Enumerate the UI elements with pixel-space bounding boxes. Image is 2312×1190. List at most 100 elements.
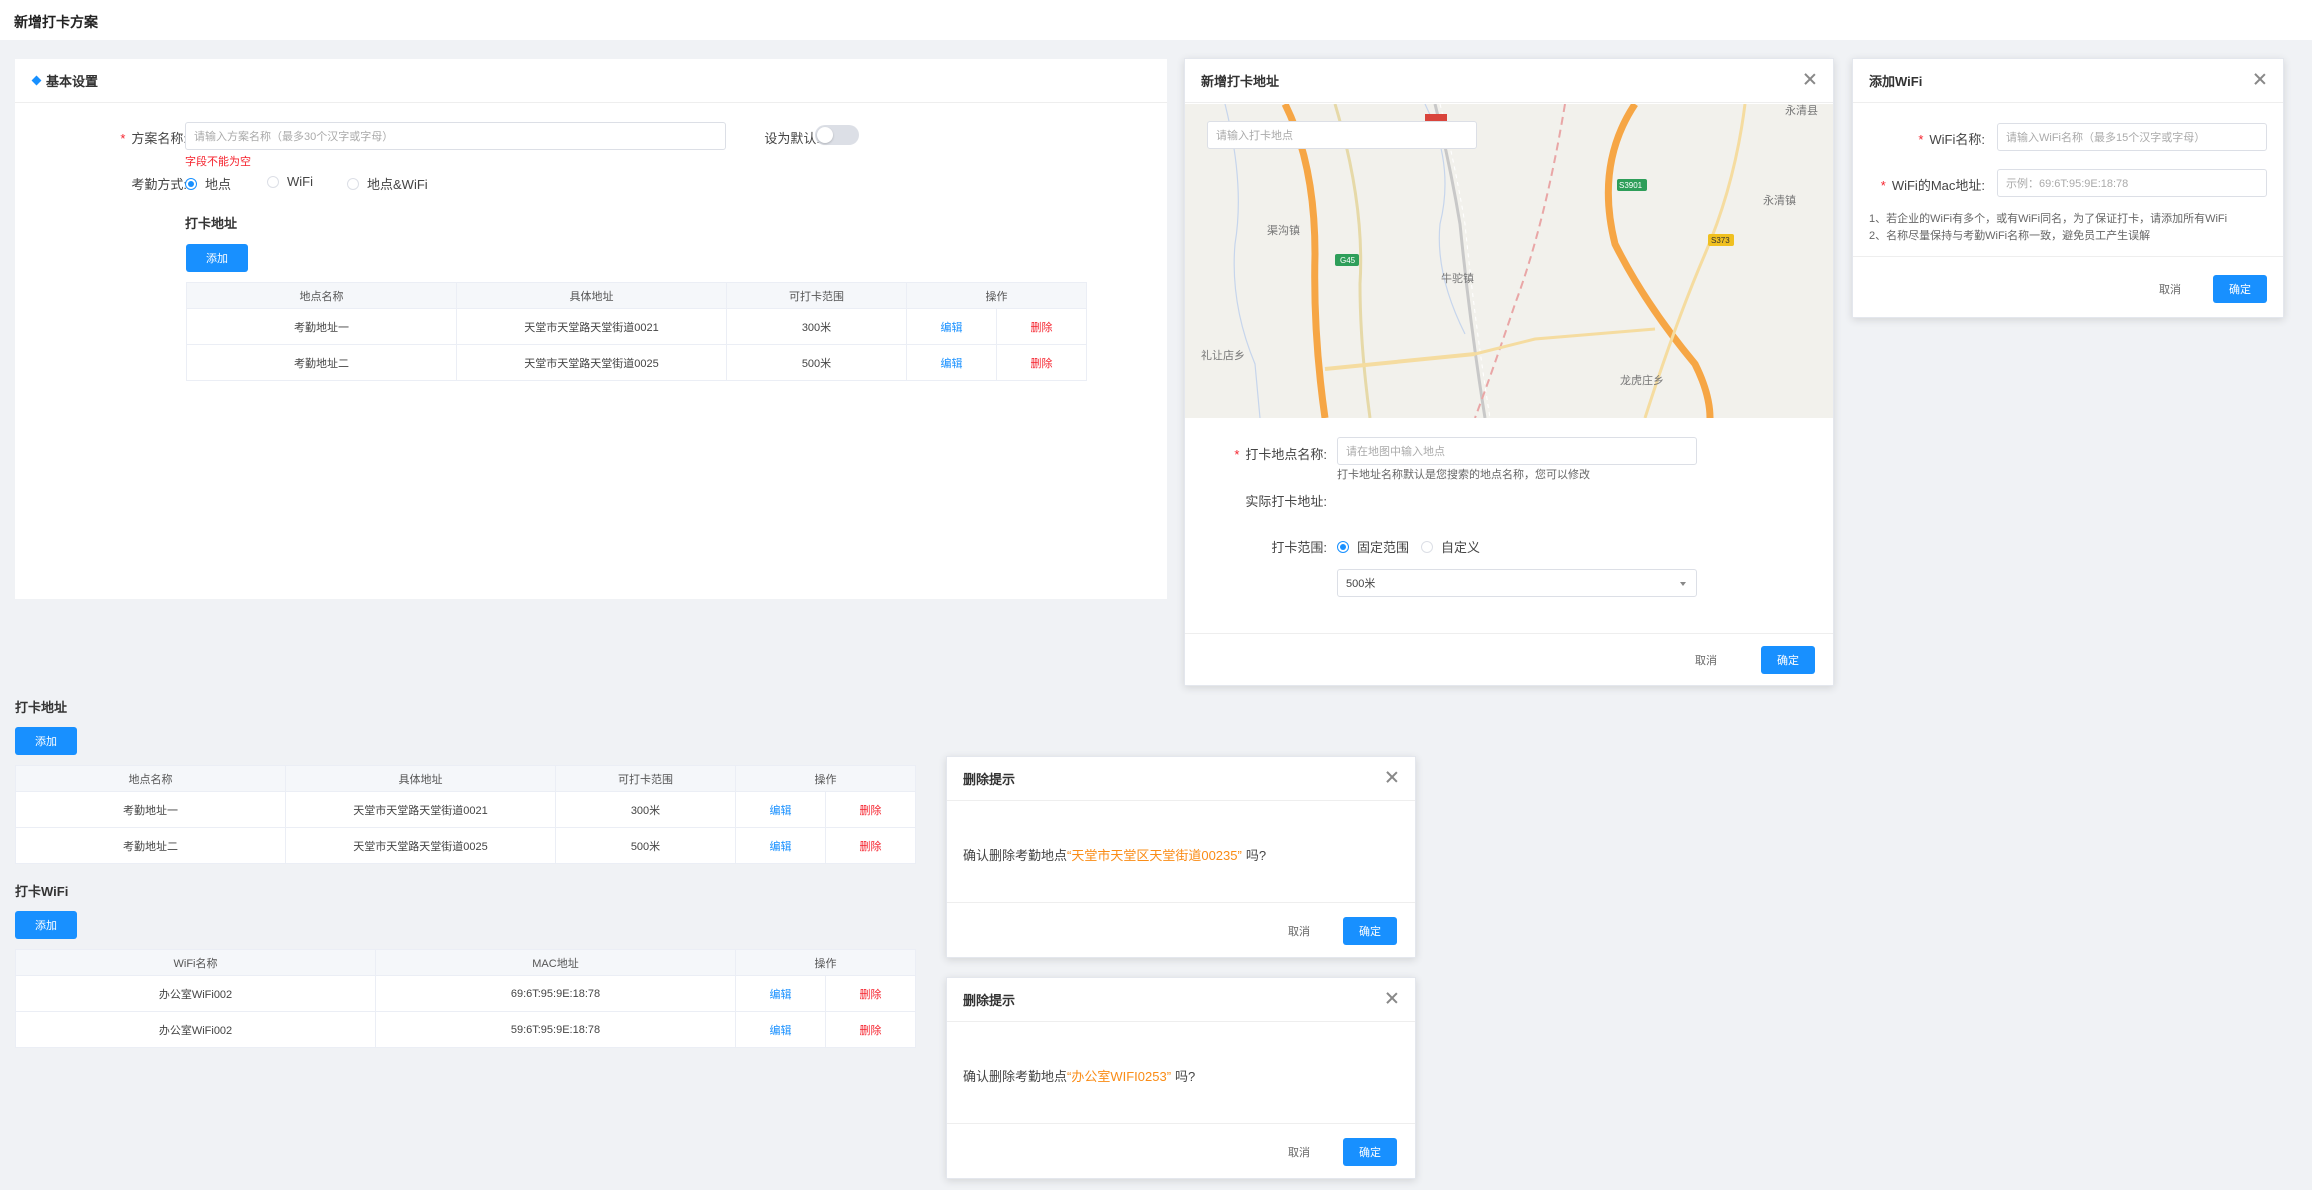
close-icon[interactable] (1803, 72, 1817, 86)
delete-address-dialog: 删除提示 确认删除考勤地点“天堂市天堂区天堂街道00235” 吗? 取消 确定 (946, 756, 1416, 958)
confirm-button[interactable]: 确定 (2213, 275, 2267, 303)
table-row: 考勤地址二 天堂市天堂路天堂街道0025 500米 编辑 删除 (15, 827, 916, 864)
cell-address: 天堂市天堂路天堂街道0025 (456, 344, 727, 381)
close-icon[interactable] (1385, 770, 1399, 784)
delete-link[interactable]: 删除 (860, 1025, 882, 1037)
delete-target: “办公室WIFI0253” (1067, 1069, 1172, 1084)
range-radio-custom[interactable]: 自定义 (1421, 537, 1480, 556)
confirm-button[interactable]: 确定 (1343, 1138, 1397, 1166)
point-name-hint: 打卡地址名称默认是您搜索的地点名称，您可以修改 (1337, 469, 1590, 481)
footer-divider (947, 902, 1415, 903)
column-header: 可打卡范围 (726, 282, 907, 309)
footer-divider (1853, 256, 2283, 257)
column-header: 地点名称 (186, 282, 457, 309)
address-table: 地点名称 具体地址 可打卡范围 操作 考勤地址一 天堂市天堂路天堂街道0021 … (186, 282, 1087, 381)
map-graphic: G45 S3901 S373 永清县 渠沟镇 永清镇 牛驼镇 礼让店乡 龙虎庄乡 (1185, 104, 1833, 418)
dialog-header: 新增打卡地址 (1185, 59, 1833, 103)
map-view[interactable]: G45 S3901 S373 永清县 渠沟镇 永清镇 牛驼镇 礼让店乡 龙虎庄乡… (1185, 104, 1833, 418)
dialog-title: 删除提示 (963, 993, 1016, 1008)
cell-wifi-name: 办公室WiFi002 (15, 1011, 376, 1048)
add-address-dialog: 新增打卡地址 G45 S3901 S373 永清县 渠沟镇 永清镇 牛驼镇 礼让… (1184, 58, 1834, 686)
delete-message: 确认删除考勤地点“办公室WIFI0253” 吗? (963, 1069, 1196, 1084)
lower-add-wifi-button[interactable]: 添加 (15, 911, 77, 939)
cell-name: 考勤地址一 (186, 308, 457, 345)
method-radio-both[interactable]: 地点&WiFi (347, 174, 428, 193)
edit-link[interactable]: 编辑 (941, 358, 963, 370)
scheme-name-input[interactable]: 请输入方案名称（最多30个汉字或字母） (185, 122, 726, 150)
point-name-label: * 打卡地点名称: (1234, 447, 1327, 462)
radio-icon (267, 175, 279, 188)
radio-checked-icon (185, 177, 197, 190)
delete-link[interactable]: 删除 (1031, 358, 1053, 370)
wifi-mac-input[interactable]: 示例：69:6T:95:9E:18:78 (1997, 169, 2267, 197)
cell-range: 500米 (726, 344, 907, 381)
lower-add-address-button[interactable]: 添加 (15, 727, 77, 755)
cell-wifi-name: 办公室WiFi002 (15, 975, 376, 1012)
map-label-lirangdian: 礼让店乡 (1201, 348, 1245, 362)
map-search-input[interactable]: 请输入打卡地点 (1207, 121, 1477, 149)
default-toggle[interactable] (815, 125, 859, 145)
wifi-table: WiFi名称 MAC地址 操作 办公室WiFi002 69:6T:95:9E:1… (15, 949, 916, 1048)
map-label-g45: G45 (1340, 256, 1356, 265)
range-radio-fixed[interactable]: 固定范围 (1337, 537, 1409, 556)
basic-settings-card: 基本设置 * 方案名称: 请输入方案名称（最多30个汉字或字母） 字段不能为空 设… (15, 59, 1167, 599)
column-header: MAC地址 (375, 949, 736, 976)
range-select-value: 500米 (1346, 578, 1376, 590)
column-header: 具体地址 (456, 282, 727, 309)
method-radio-location[interactable]: 地点 (185, 174, 231, 193)
delete-message: 确认删除考勤地点“天堂市天堂区天堂街道00235” 吗? (963, 848, 1267, 863)
dialog-header: 添加WiFi (1853, 59, 2283, 103)
edit-link[interactable]: 编辑 (770, 1025, 792, 1037)
cancel-button[interactable]: 取消 (1274, 1138, 1324, 1166)
address-section-title: 打卡地址 (185, 216, 238, 231)
toggle-knob (817, 127, 833, 143)
cancel-button[interactable]: 取消 (1681, 646, 1731, 674)
confirm-button[interactable]: 确定 (1343, 917, 1397, 945)
wifi-note-2: 2、名称尽量保持与考勤WiFi名称一致，避免员工产生误解 (1869, 230, 2151, 242)
map-label-longhuzhuang: 龙虎庄乡 (1620, 373, 1664, 387)
edit-link[interactable]: 编辑 (941, 322, 963, 334)
delete-link[interactable]: 删除 (860, 805, 882, 817)
cell-range: 500米 (555, 827, 736, 864)
wifi-mac-label: * WiFi的Mac地址: (1880, 178, 1985, 193)
delete-target: “天堂市天堂区天堂街道00235” (1067, 848, 1242, 863)
edit-link[interactable]: 编辑 (770, 805, 792, 817)
method-label: 考勤方式: (131, 177, 187, 192)
close-icon[interactable] (1385, 991, 1399, 1005)
wifi-name-input[interactable]: 请输入WiFi名称（最多15个汉字或字母） (1997, 123, 2267, 151)
cancel-button[interactable]: 取消 (1274, 917, 1324, 945)
scheme-name-label: * 方案名称: (120, 131, 187, 146)
footer-divider (947, 1123, 1415, 1124)
edit-link[interactable]: 编辑 (770, 841, 792, 853)
cell-address: 天堂市天堂路天堂街道0021 (285, 791, 556, 828)
scheme-name-error: 字段不能为空 (185, 156, 251, 168)
basic-settings-title: 基本设置 (46, 74, 99, 89)
table-row: 考勤地址二 天堂市天堂路天堂街道0025 500米 编辑 删除 (186, 344, 1087, 381)
cell-address: 天堂市天堂路天堂街道0025 (285, 827, 556, 864)
table-row: 考勤地址一 天堂市天堂路天堂街道0021 300米 编辑 删除 (15, 791, 916, 828)
cell-name: 考勤地址一 (15, 791, 286, 828)
range-select[interactable]: 500米 (1337, 569, 1697, 597)
delete-link[interactable]: 删除 (860, 989, 882, 1001)
cancel-button[interactable]: 取消 (2145, 275, 2195, 303)
chevron-down-icon (1680, 582, 1686, 586)
cell-mac: 69:6T:95:9E:18:78 (375, 975, 736, 1012)
radio-checked-icon (1337, 540, 1349, 553)
point-name-input[interactable]: 请在地图中输入地点 (1337, 437, 1697, 465)
range-label: 打卡范围: (1271, 540, 1327, 555)
close-icon[interactable] (2253, 72, 2267, 86)
method-radio-wifi[interactable]: WiFi (267, 174, 313, 189)
lower-address-table: 地点名称 具体地址 可打卡范围 操作 考勤地址一 天堂市天堂路天堂街道0021 … (15, 765, 916, 864)
column-header: 操作 (906, 282, 1087, 309)
radio-icon (347, 177, 359, 190)
diamond-icon (31, 75, 42, 86)
delete-link[interactable]: 删除 (860, 841, 882, 853)
delete-link[interactable]: 删除 (1031, 322, 1053, 334)
lower-wifi-title: 打卡WiFi (15, 884, 69, 899)
confirm-button[interactable]: 确定 (1761, 646, 1815, 674)
radio-icon (1421, 540, 1433, 553)
dialog-title: 添加WiFi (1869, 74, 1923, 89)
edit-link[interactable]: 编辑 (770, 989, 792, 1001)
dialog-header: 删除提示 (947, 978, 1415, 1022)
add-address-button[interactable]: 添加 (186, 244, 248, 272)
